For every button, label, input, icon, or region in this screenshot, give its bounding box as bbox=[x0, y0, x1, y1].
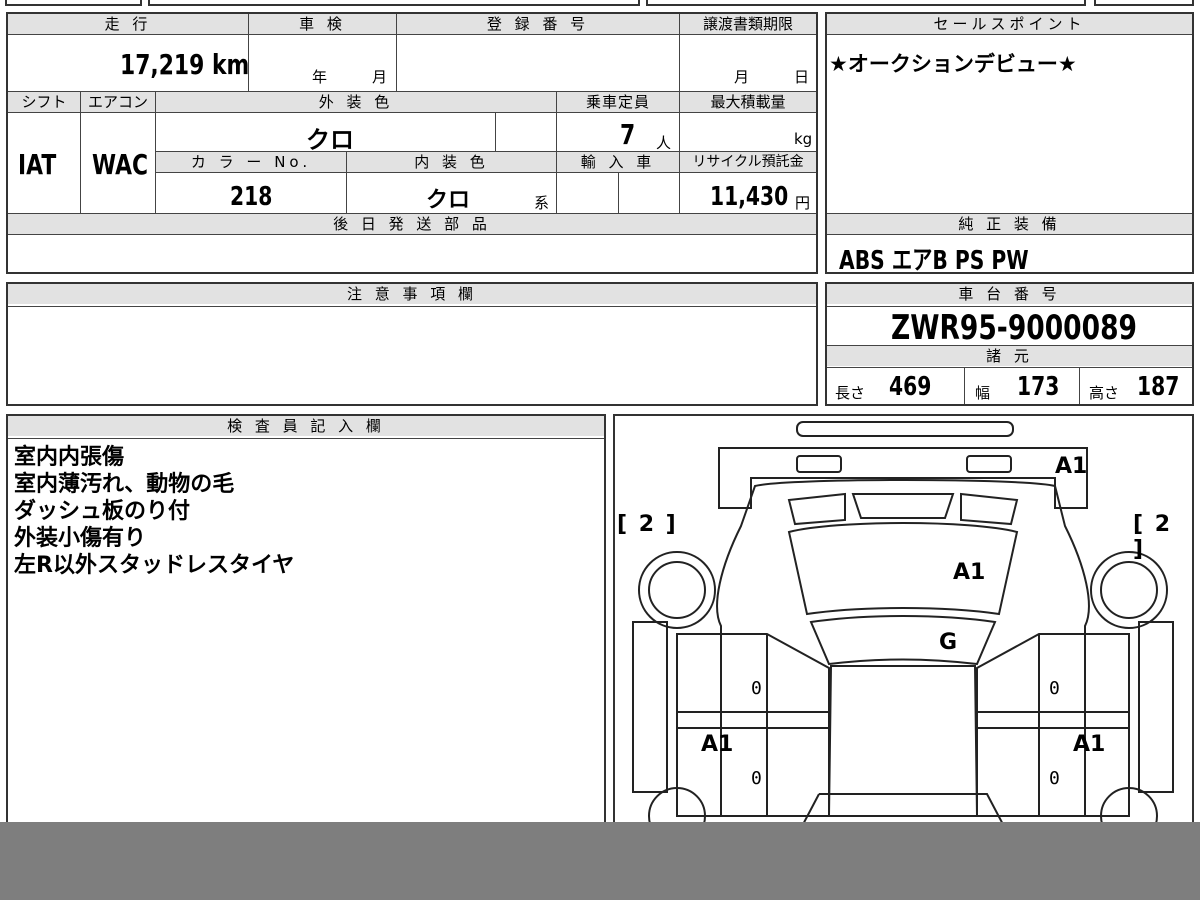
inspector-notes: 室内内張傷 室内薄汚れ、動物の毛 ダッシュ板のり付 外装小傷有り 左R以外スタッ… bbox=[14, 444, 294, 579]
right-door-mark: A1 bbox=[1073, 732, 1106, 757]
rear-lamp-left bbox=[796, 455, 842, 473]
inspector-header: 検 査 員 記 入 欄 bbox=[8, 416, 604, 436]
color-no-value: 218 bbox=[230, 182, 273, 212]
length-label: 長さ bbox=[835, 384, 866, 402]
registration-header: 登 録 番 号 bbox=[397, 14, 679, 34]
color-no-header: カ ラ ー No. bbox=[156, 152, 346, 172]
aircon-header: エアコン bbox=[81, 92, 155, 112]
shift-value: IAT bbox=[18, 148, 57, 181]
rear-left-tire bbox=[638, 551, 716, 629]
vehicle-details-box: 走 行 車 検 登 録 番 号 譲渡書類期限 17,219 km 年 月 月 日… bbox=[6, 12, 818, 274]
sales-point-header: セールスポイント bbox=[827, 14, 1192, 34]
roof-mark: G bbox=[939, 630, 958, 655]
left-door-split bbox=[677, 711, 829, 729]
inspector-note-line: 左R以外スタッドレスタイヤ bbox=[14, 553, 295, 578]
notes-box: 注 意 事 項 欄 bbox=[6, 282, 818, 406]
sales-point-text: ★オークションデビュー★ bbox=[829, 52, 1077, 76]
max-load-header: 最大積載量 bbox=[680, 92, 816, 112]
transfer-day-unit: 日 bbox=[794, 68, 810, 86]
chassis-number: ZWR95-9000089 bbox=[891, 308, 1137, 348]
rear-right-tire-inner bbox=[1100, 561, 1158, 619]
rear-glass-right bbox=[960, 492, 1019, 526]
rear-mark: A1 bbox=[1055, 454, 1088, 479]
length-value: 469 bbox=[889, 372, 932, 402]
body-outline bbox=[716, 479, 1090, 817]
later-parts-header: 後 日 発 送 部 品 bbox=[8, 214, 816, 234]
inspector-note-line: 室内薄汚れ、動物の毛 bbox=[14, 472, 235, 497]
top-strip-left bbox=[5, 0, 142, 6]
zero-mark-right-upper: 0 bbox=[1049, 678, 1060, 699]
zero-mark-left-upper: 0 bbox=[751, 678, 762, 699]
genuine-equipment-value: ABS エアB PS PW bbox=[839, 246, 1029, 276]
windshield-mark: A1 bbox=[953, 560, 986, 585]
rear-right-tire bbox=[1090, 551, 1168, 629]
interior-color-value: クロ bbox=[426, 188, 471, 213]
inspection-header: 車 検 bbox=[249, 14, 396, 34]
rear-gate-shape bbox=[718, 447, 1088, 509]
vehicle-diagram-box: A1 A1 G A1 A1 [ 2 ] [ 2 ] 0 0 0 0 bbox=[613, 414, 1194, 834]
bottom-gray-bar bbox=[0, 822, 1200, 900]
mileage-unit: km bbox=[212, 48, 250, 81]
import-header: 輸 入 車 bbox=[557, 152, 679, 172]
inspection-month-unit: 月 bbox=[372, 68, 388, 86]
rear-bumper-shape bbox=[796, 421, 1014, 437]
recycle-header: リサイクル預託金 bbox=[680, 152, 816, 172]
mileage-header: 走 行 bbox=[8, 14, 248, 34]
inspection-year-unit: 年 bbox=[312, 68, 328, 86]
chassis-header: 車 台 番 号 bbox=[827, 284, 1192, 304]
height-label: 高さ bbox=[1089, 384, 1120, 402]
max-load-unit: kg bbox=[794, 130, 813, 148]
notes-header: 注 意 事 項 欄 bbox=[8, 284, 816, 304]
rear-glass-left bbox=[787, 492, 846, 526]
inspector-note-line: 外装小傷有り bbox=[14, 526, 147, 551]
inspector-note-line: ダッシュ板のり付 bbox=[14, 499, 191, 524]
chassis-box: 車 台 番 号 ZWR95-9000089 諸 元 長さ 469 幅 173 高… bbox=[825, 282, 1194, 406]
shift-header: シフト bbox=[8, 92, 80, 112]
width-value: 173 bbox=[1017, 372, 1060, 402]
capacity-unit: 人 bbox=[656, 134, 672, 152]
left-tire-mark: [ 2 ] bbox=[617, 512, 678, 537]
interior-color-header: 内 装 色 bbox=[347, 152, 556, 172]
genuine-equipment-header: 純 正 装 備 bbox=[827, 214, 1192, 234]
height-value: 187 bbox=[1137, 372, 1180, 402]
recycle-unit: 円 bbox=[795, 194, 811, 212]
top-strip-mid2 bbox=[646, 0, 1086, 6]
rear-window-center bbox=[851, 493, 955, 519]
zero-mark-left-lower: 0 bbox=[751, 768, 762, 789]
aircon-value: WAC bbox=[92, 148, 149, 181]
right-tire-mark: [ 2 ] bbox=[1133, 512, 1173, 562]
exterior-color-value: クロ bbox=[306, 126, 354, 154]
inspector-box: 検 査 員 記 入 欄 室内内張傷 室内薄汚れ、動物の毛 ダッシュ板のり付 外装… bbox=[6, 414, 606, 834]
capacity-value: 7 bbox=[620, 118, 636, 151]
zero-mark-right-lower: 0 bbox=[1049, 768, 1060, 789]
capacity-header: 乗車定員 bbox=[557, 92, 679, 112]
interior-color-suffix: 系 bbox=[534, 194, 550, 212]
width-label: 幅 bbox=[975, 384, 991, 402]
exterior-color-header: 外 装 色 bbox=[156, 92, 556, 112]
top-strip-mid bbox=[148, 0, 640, 6]
roof-shape bbox=[809, 615, 997, 666]
transfer-month-unit: 月 bbox=[734, 68, 750, 86]
left-tire-column bbox=[632, 621, 668, 793]
inspector-note-line: 室内内張傷 bbox=[14, 445, 125, 470]
vehicle-diagram bbox=[632, 421, 1174, 832]
right-door-split bbox=[977, 711, 1129, 729]
sales-point-box: セールスポイント ★オークションデビュー★ 純 正 装 備 ABS エアB PS… bbox=[825, 12, 1194, 276]
specs-header: 諸 元 bbox=[827, 346, 1192, 366]
notes-field bbox=[8, 307, 816, 404]
later-parts-field bbox=[8, 235, 816, 272]
top-strip-right bbox=[1094, 0, 1194, 6]
rear-lamp-right bbox=[966, 455, 1012, 473]
left-door-mark: A1 bbox=[701, 732, 734, 757]
transfer-deadline-header: 譲渡書類期限 bbox=[680, 14, 816, 34]
rear-left-tire-inner bbox=[648, 561, 706, 619]
right-tire-column bbox=[1138, 621, 1174, 793]
